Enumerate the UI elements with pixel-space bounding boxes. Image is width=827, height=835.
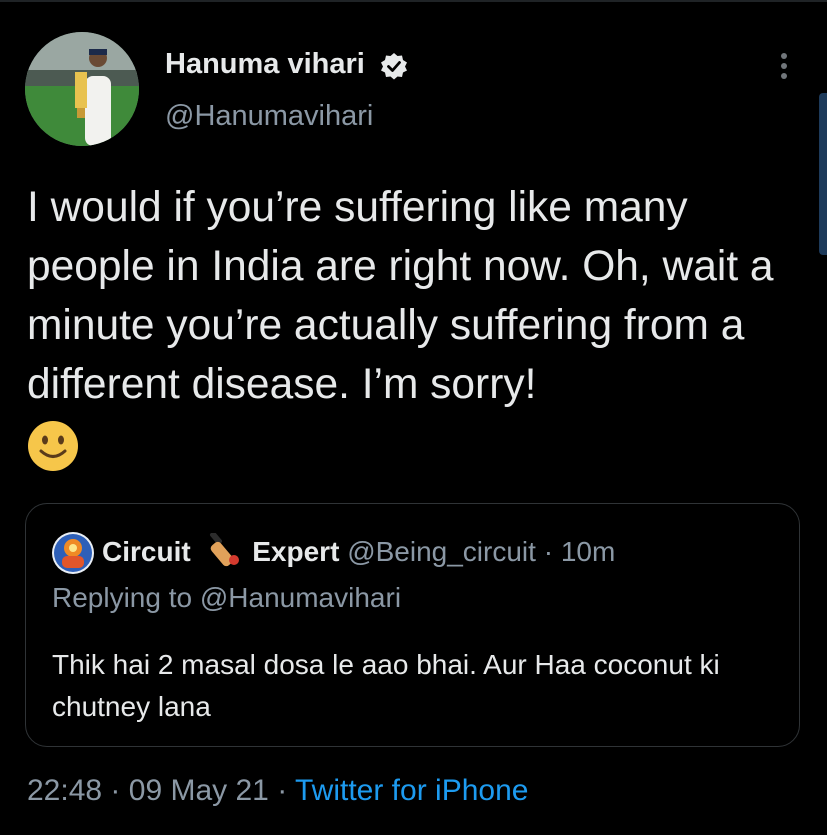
- cricket-bat-icon: [201, 531, 241, 567]
- quoted-timestamp[interactable]: 10m: [561, 536, 615, 567]
- replying-to-handle[interactable]: @Hanumavihari: [200, 582, 401, 613]
- tweet-source-link[interactable]: Twitter for iPhone: [295, 774, 528, 807]
- scrollbar-thumb[interactable]: [819, 93, 827, 255]
- quoted-tweet-text: Thik hai 2 masal dosa le aao bhai. Aur H…: [52, 649, 720, 722]
- quoted-tweet-card[interactable]: Circuit Expert @Being_circuit · 10m Repl…: [25, 503, 800, 747]
- replying-to-line: Replying to @Hanumavihari: [52, 582, 401, 614]
- separator-dot: ·: [543, 536, 554, 567]
- separator-dot: ·: [277, 774, 288, 807]
- separator-dot: ·: [110, 774, 121, 807]
- quoted-author-handle[interactable]: @Being_circuit: [347, 536, 536, 567]
- tweet-meta: 22:48 · 09 May 21 · Twitter for iPhone: [27, 774, 528, 808]
- quoted-author-name-part1[interactable]: Circuit: [102, 536, 191, 567]
- replying-to-label: Replying to: [52, 582, 193, 613]
- verified-badge-icon: [380, 52, 408, 80]
- quoted-author-avatar[interactable]: [52, 532, 94, 574]
- more-options-icon[interactable]: [768, 45, 800, 87]
- tweet-date[interactable]: 09 May 21: [129, 774, 269, 807]
- author-name[interactable]: Hanuma vihari: [165, 48, 365, 81]
- tweet-text: I would if you’re suffering like many pe…: [27, 184, 774, 408]
- author-handle[interactable]: @Hanumavihari: [165, 100, 373, 133]
- slightly-smiling-face-icon: [27, 420, 79, 472]
- quoted-author-name-part2[interactable]: Expert: [252, 536, 339, 567]
- author-avatar[interactable]: [25, 32, 139, 146]
- tweet-time[interactable]: 22:48: [27, 774, 102, 807]
- top-divider: [0, 0, 827, 2]
- quoted-header: Circuit Expert @Being_circuit · 10m: [102, 531, 615, 568]
